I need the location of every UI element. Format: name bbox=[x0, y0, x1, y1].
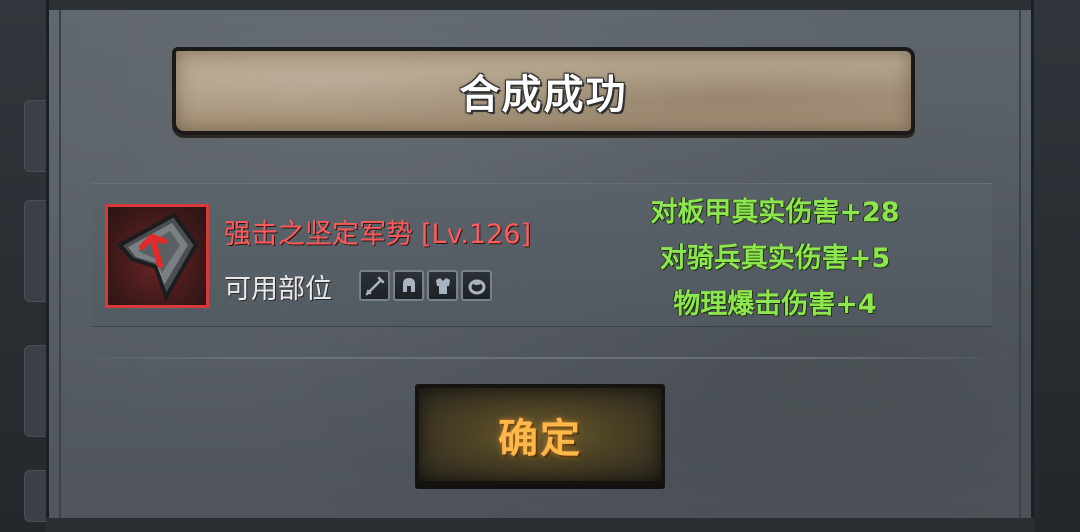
stat-line: 对板甲真实伤害+28 bbox=[650, 197, 900, 228]
stat-line: 物理爆击伤害+4 bbox=[673, 289, 877, 320]
item-level: [Lv.126] bbox=[421, 219, 532, 250]
ring-icon bbox=[461, 270, 492, 301]
red-arrow-shield-fragment-icon bbox=[116, 212, 199, 302]
background-right bbox=[1030, 0, 1080, 532]
usable-parts-list bbox=[359, 270, 492, 301]
stat-line: 对骑兵真实伤害+5 bbox=[659, 243, 891, 274]
confirm-button-label: 确定 bbox=[498, 415, 582, 462]
item-icon[interactable] bbox=[105, 204, 209, 308]
usable-parts-label: 可用部位 bbox=[224, 274, 332, 305]
armor-icon bbox=[427, 270, 458, 301]
divider bbox=[70, 357, 1010, 359]
helmet-icon bbox=[393, 270, 424, 301]
confirm-button[interactable]: 确定 bbox=[415, 384, 665, 485]
item-name-text: 强击之坚定军势 bbox=[224, 219, 413, 250]
item-stats: 对板甲真实伤害+28 对骑兵真实伤害+5 物理爆击伤害+4 bbox=[620, 193, 930, 325]
dialog-bottom-edge bbox=[46, 518, 1034, 532]
sword-icon bbox=[359, 270, 390, 301]
game-screen: 合成成功 强击之坚定军势 [Lv.126] 可用部位 对板甲真实伤害+28 对骑兵… bbox=[0, 0, 1080, 532]
dialog-title: 合成成功 bbox=[459, 72, 628, 118]
title-banner: 合成成功 bbox=[172, 47, 915, 135]
item-name: 强击之坚定军势 [Lv.126] bbox=[224, 212, 531, 251]
